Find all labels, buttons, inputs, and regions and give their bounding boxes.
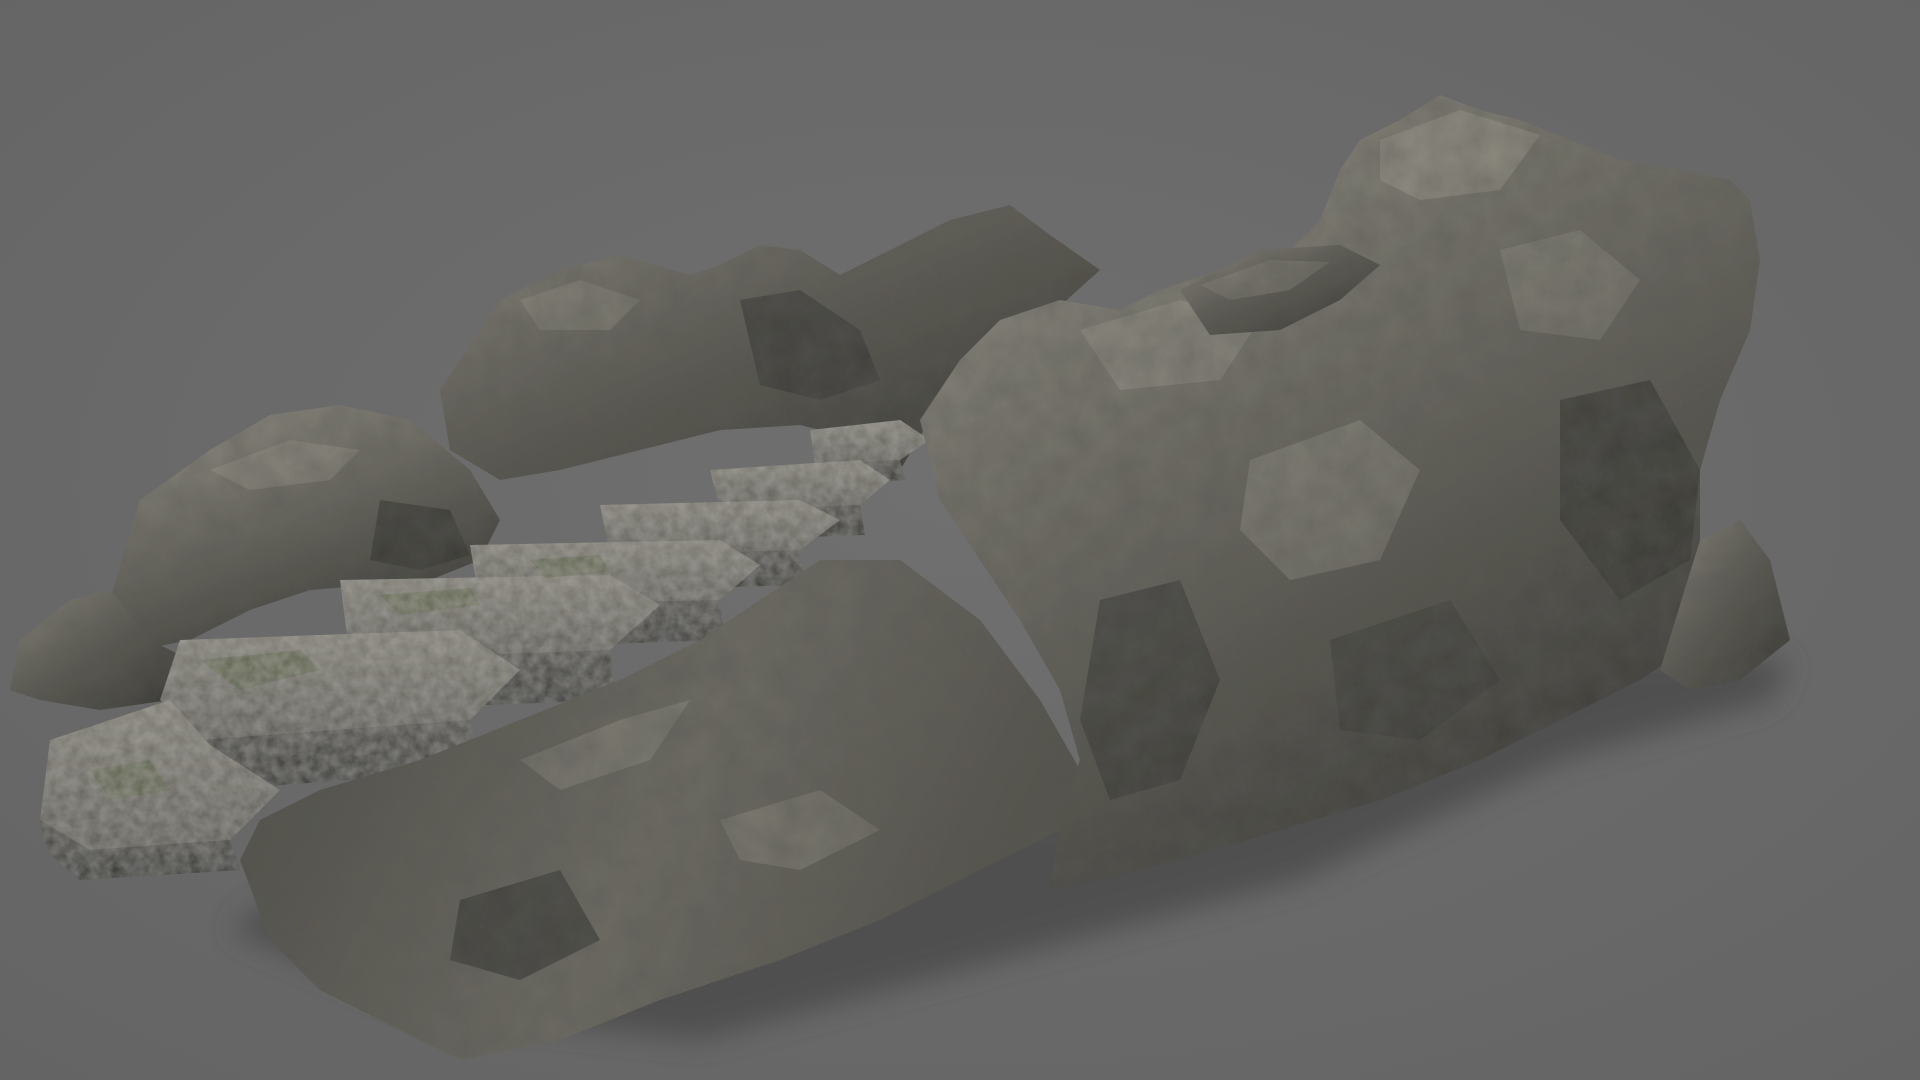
rock-stairs-scene: [0, 0, 1920, 1080]
3d-viewport[interactable]: [0, 0, 1920, 1080]
